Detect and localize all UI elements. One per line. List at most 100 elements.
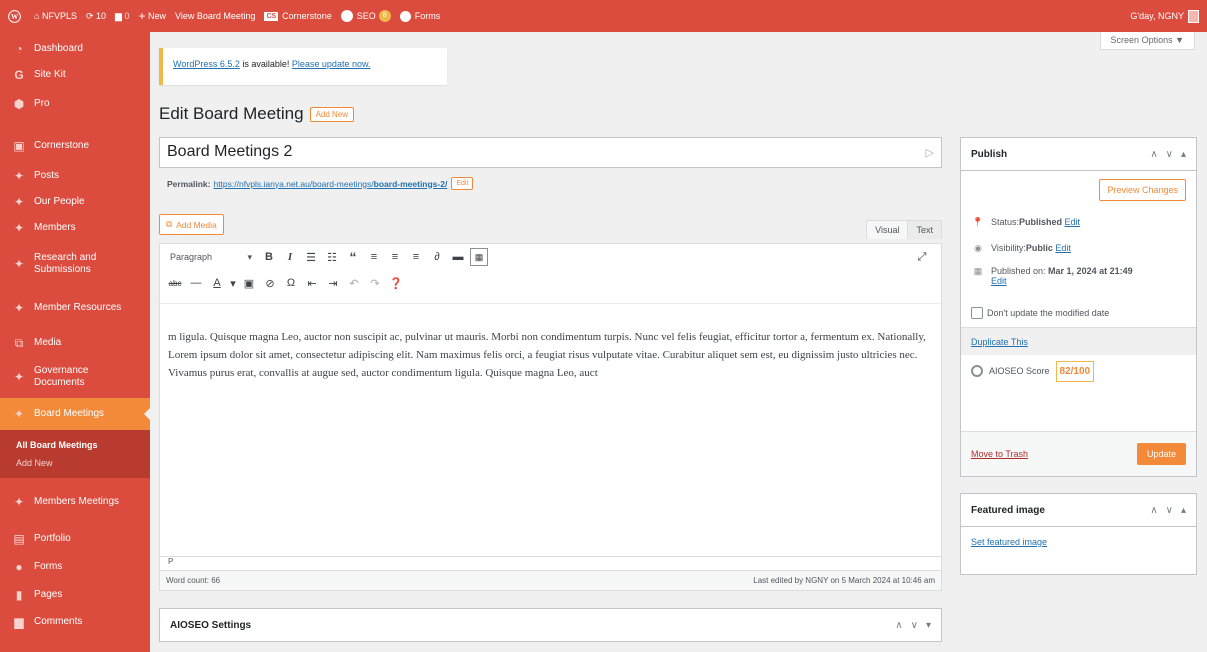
move-down-icon[interactable]: ∨ [1166,149,1173,160]
publish-actions: Move to Trash Update [961,431,1196,476]
sidebar-item-pages[interactable]: ▮ Pages [0,581,150,609]
post-title-input[interactable]: Board Meetings 2 ▷ [159,137,942,168]
pro-icon: ⬢ [13,96,25,111]
view-post-link[interactable]: View Board Meeting [175,11,255,21]
permalink-link[interactable]: https://nfvpls.ianya.net.au/board-meetin… [213,179,447,189]
add-new-button[interactable]: Add New [309,106,355,122]
screen-options-button[interactable]: Screen Options ▼ [1099,32,1195,50]
comments-link[interactable]: ▆ 0 [115,11,129,22]
dont-update-checkbox[interactable] [971,307,983,319]
horizontal-line-icon[interactable]: — [187,274,205,292]
align-center-icon[interactable]: ≡ [386,248,404,266]
move-up-icon[interactable]: ∧ [895,620,902,631]
move-down-icon[interactable]: ∨ [1166,505,1173,516]
align-left-icon[interactable]: ≡ [365,248,383,266]
sidebar-item-members[interactable]: ✦ Members [0,215,150,241]
forms-link[interactable]: Forms [399,10,441,22]
duplicate-link[interactable]: Duplicate This [971,337,1028,347]
bulleted-list-icon[interactable]: ☰ [302,248,320,266]
move-up-icon[interactable]: ∧ [1150,505,1157,516]
indent-icon[interactable]: ⇥ [324,274,342,292]
submenu-item-all-board-meetings[interactable]: All Board Meetings [0,436,150,454]
tab-visual[interactable]: Visual [866,220,909,239]
toggle-arrow-icon[interactable]: ▴ [1181,149,1186,160]
sidebar-item-label: Members Meetings [34,495,120,507]
aioseo-score-badge[interactable]: 82/100 [1055,360,1095,382]
move-up-icon[interactable]: ∧ [1150,149,1157,160]
sidebar-item-posts[interactable]: ✦ Posts [0,163,150,189]
seo-label: SEO [356,11,376,21]
sidebar-item-forms[interactable]: ● Forms [0,553,150,581]
toggle-arrow-icon[interactable]: ▴ [1181,505,1186,516]
toggle-arrow-icon[interactable]: ▾ [926,620,931,631]
version-link[interactable]: WordPress 6.5.2 [173,59,240,69]
seo-link[interactable]: SEO 8 [340,10,391,22]
help-icon[interactable]: ❓ [387,274,405,292]
sidebar-item-dashboard[interactable]: ◔ Dashboard [0,36,150,62]
outdent-icon[interactable]: ⇤ [303,274,321,292]
new-content-link[interactable]: + New [139,9,167,23]
align-right-icon[interactable]: ≡ [407,248,425,266]
editor-tabs: Visual Text [866,220,942,239]
add-media-button[interactable]: ⧉ Add Media [159,214,224,235]
sidebar-item-research-and-submissions[interactable]: ✦ Research and Submissions [0,241,150,287]
sidebar-item-member-resources[interactable]: ✦ Member Resources [0,287,150,329]
preview-changes-button[interactable]: Preview Changes [1099,179,1186,201]
insert-link-icon[interactable]: ∂ [428,248,446,266]
format-select[interactable]: Paragraph ▾ [166,252,256,263]
paste-as-text-icon[interactable]: ▣ [240,274,258,292]
sidebar-item-our-people[interactable]: ✦ Our People [0,189,150,215]
media-icon: ⧉ [166,219,173,229]
permalink-edit-button[interactable]: Edit [451,177,474,190]
sidebar-item-media[interactable]: ⧉ Media [0,329,150,356]
editor-content-area[interactable]: m ligula. Quisque magna Leo, auctor non … [159,304,942,557]
sidebar-item-site-kit[interactable]: G Site Kit [0,62,150,88]
text-color-dropdown-icon[interactable]: ▾ [229,274,237,292]
strikethrough-icon[interactable]: abc [166,274,184,292]
sidebar-item-label: Media [34,336,62,348]
blockquote-icon[interactable]: “ [344,248,362,266]
sidebar-item-label: Members [34,222,76,233]
italic-icon[interactable]: I [281,248,299,266]
title-field-icon: ▷ [925,147,934,159]
sidebar-item-members-meetings[interactable]: ✦ Members Meetings [0,478,150,525]
pin-icon: ✦ [13,195,25,209]
submenu-item-add-new[interactable]: Add New [0,454,150,472]
cornerstone-link[interactable]: CS Cornerstone [264,11,332,21]
numbered-list-icon[interactable]: ☷ [323,248,341,266]
sidebar-item-pro[interactable]: ⬢ Pro [0,88,150,119]
undo-icon[interactable]: ↶ [345,274,363,292]
tab-text[interactable]: Text [908,220,942,239]
move-down-icon[interactable]: ∨ [911,620,918,631]
my-account[interactable]: G'day, NGNY [1130,9,1199,23]
text-color-icon[interactable]: A [208,274,226,292]
updates-link[interactable]: ⟳ 10 [86,11,106,22]
visibility-edit-link[interactable]: Edit [1055,243,1071,253]
set-featured-image-link[interactable]: Set featured image [971,537,1047,547]
sidebar-item-comments[interactable]: ▆ Comments [0,609,150,635]
move-to-trash-link[interactable]: Move to Trash [971,449,1028,459]
sidebar-item-cornerstone[interactable]: ▣ Cornerstone [0,128,150,163]
update-now-link[interactable]: Please update now. [292,59,371,69]
forms-label: Forms [414,11,441,21]
toolbar-toggle-icon[interactable]: ▦ [470,248,488,266]
read-more-icon[interactable]: ▬ [449,248,467,266]
sidebar-item-portfolio[interactable]: ▤ Portfolio [0,525,150,553]
site-name-label: NFVPLS [41,11,77,21]
preview-row: Preview Changes [961,171,1196,209]
site-name-link[interactable]: ⌂ NFVPLS [34,11,77,21]
gauge-icon: ◔ [15,42,23,56]
special-character-icon[interactable]: Ω [282,274,300,292]
update-button[interactable]: Update [1136,443,1186,465]
sidebar-item-governance-documents[interactable]: ✦ Governance Documents [0,356,150,398]
redo-icon[interactable]: ↷ [366,274,384,292]
bold-icon[interactable]: B [260,248,278,266]
fullscreen-icon[interactable]: ⤢ [913,248,931,266]
published-edit-link[interactable]: Edit [991,276,1007,286]
clear-formatting-icon[interactable]: ⊘ [261,274,279,292]
sidebar-item-board-meetings[interactable]: ✦ Board Meetings [0,398,150,430]
aioseo-settings-header[interactable]: AIOSEO Settings ∧ ∨ ▾ [160,609,941,642]
status-edit-link[interactable]: Edit [1065,217,1081,227]
wordpress-logo-icon[interactable]: W [8,9,25,23]
updates-count: 10 [96,11,107,21]
